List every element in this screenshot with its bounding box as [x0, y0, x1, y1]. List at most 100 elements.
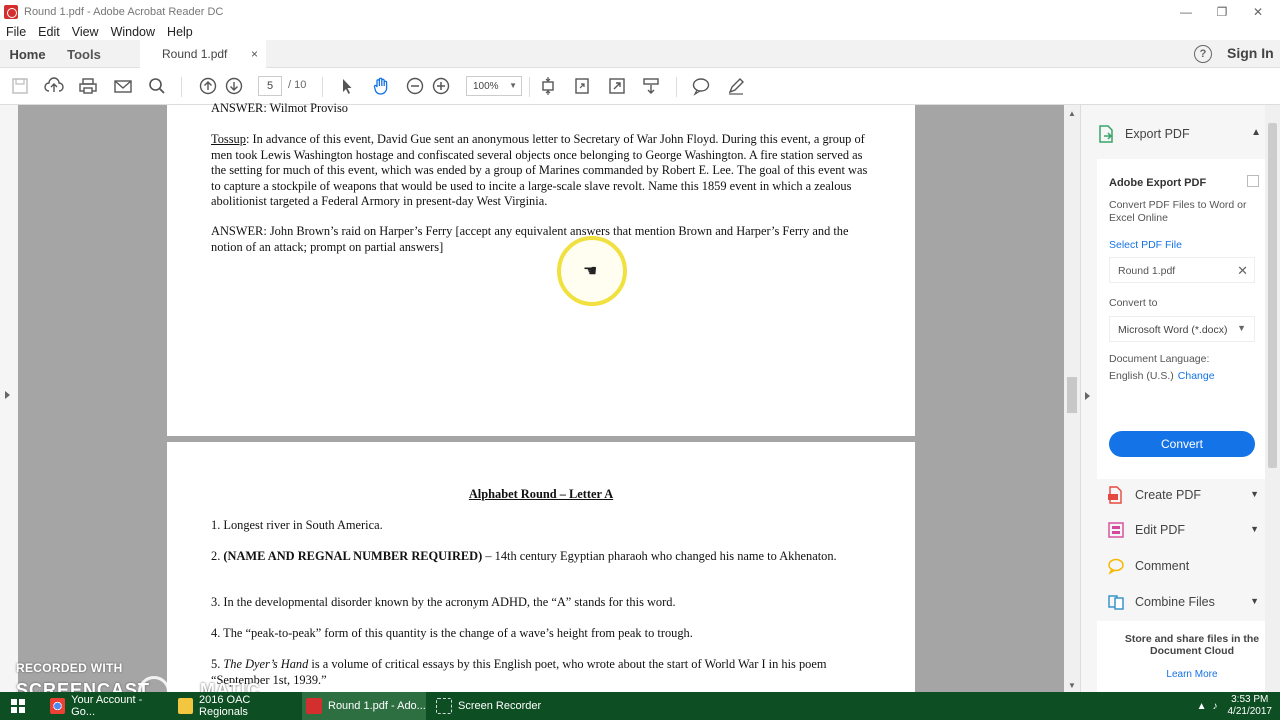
document-scrollbar[interactable]: ▲ ▼ [1064, 105, 1080, 692]
print-icon[interactable] [77, 76, 99, 96]
close-tab-icon[interactable]: × [251, 47, 258, 61]
taskbar-chrome[interactable]: Your Account - Go... [46, 692, 164, 720]
volume-icon[interactable]: ♪ [1213, 701, 1218, 712]
question-4: 4. The “peak-to-peak” form of this quant… [211, 626, 693, 640]
scroll-mode-icon[interactable] [640, 76, 662, 96]
answer-text: ANSWER: John Brown’s raid on Harper’s Fe… [211, 224, 849, 254]
tool-comment[interactable]: Comment [1097, 549, 1267, 583]
zoom-in-icon[interactable] [430, 76, 452, 96]
window-title: Round 1.pdf - Adobe Acrobat Reader DC [24, 6, 224, 18]
restore-button[interactable]: ❐ [1204, 0, 1240, 24]
question-5: 5. The Dyer’s Hand is a volume of critic… [211, 657, 875, 688]
save-icon[interactable] [9, 76, 31, 96]
page-down-icon[interactable] [223, 76, 245, 96]
left-panel-toggle[interactable] [0, 105, 18, 692]
comment-icon[interactable] [690, 76, 712, 96]
chevron-down-icon: ▼ [1250, 596, 1259, 606]
tool-label: Combine Files [1135, 595, 1215, 609]
collapse-panel-icon[interactable] [1085, 392, 1090, 400]
minimize-button[interactable]: — [1168, 0, 1204, 24]
fit-page-icon[interactable] [537, 76, 559, 96]
copy-icon[interactable] [1247, 175, 1259, 187]
zoom-out-icon[interactable] [404, 76, 426, 96]
pdf-page: Alphabet Round – Letter A 1. Longest riv… [167, 442, 915, 692]
hand-tool-icon[interactable] [370, 76, 392, 96]
question-2-number: 2. [211, 549, 224, 563]
card-description: Convert PDF Files to Word or Excel Onlin… [1109, 199, 1247, 224]
upload-icon[interactable] [43, 76, 65, 96]
format-value: Microsoft Word (*.docx) [1118, 324, 1228, 336]
question-5-title: The Dyer’s Hand [223, 657, 309, 671]
tool-edit-pdf[interactable]: Edit PDF ▼ [1097, 513, 1267, 547]
search-icon[interactable] [146, 76, 168, 96]
tab-home[interactable]: Home [0, 40, 55, 68]
network-icon[interactable]: ▲ [1197, 701, 1207, 712]
card-title: Adobe Export PDF [1109, 177, 1207, 189]
acrobat-app-icon [4, 5, 18, 19]
tossup-paragraph: Tossup: In advance of this event, David … [211, 132, 875, 210]
hand-cursor-icon: ☚ [583, 263, 598, 280]
page-number-input[interactable]: 5 [258, 76, 282, 96]
menu-file[interactable]: File [0, 25, 32, 39]
help-icon[interactable]: ? [1194, 45, 1212, 63]
scroll-up-icon[interactable]: ▲ [1068, 109, 1076, 118]
panel-scrollbar-thumb[interactable] [1268, 123, 1277, 468]
export-pdf-header[interactable]: Export PDF ▲ [1097, 119, 1267, 149]
chevron-down-icon: ▼ [1250, 524, 1259, 534]
answer-previous-text: ANSWER: Wilmot Proviso [211, 101, 348, 115]
taskbar-item-label: Your Account - Go... [71, 694, 143, 718]
select-cursor-icon[interactable] [336, 76, 358, 96]
selected-file-field[interactable]: Round 1.pdf ✕ [1109, 257, 1255, 283]
toolbar: 5 / 10 100% ▼ [0, 68, 1280, 105]
taskbar-explorer[interactable]: 2016 OAC Regionals [174, 692, 296, 720]
menu-view[interactable]: View [66, 25, 105, 39]
zoom-select[interactable]: 100% ▼ [466, 76, 522, 96]
page-total: / 10 [288, 79, 307, 91]
tab-document[interactable]: Round 1.pdf × [140, 40, 266, 68]
taskbar-acrobat[interactable]: Round 1.pdf - Ado... [302, 692, 426, 720]
chevron-down-icon: ▼ [1237, 323, 1246, 333]
email-icon[interactable] [112, 76, 134, 96]
acrobat-icon [306, 698, 322, 714]
scrollbar-thumb[interactable] [1067, 377, 1077, 413]
taskbar-screen-recorder[interactable]: Screen Recorder [432, 692, 542, 720]
expand-arrow-icon [5, 391, 10, 399]
tab-tools[interactable]: Tools [58, 40, 110, 68]
windows-taskbar: Your Account - Go... 2016 OAC Regionals … [0, 692, 1280, 720]
clock[interactable]: 3:53 PM 4/21/2017 [1228, 694, 1273, 718]
round-heading-text: Alphabet Round – Letter A [468, 487, 614, 501]
start-button[interactable] [0, 692, 36, 720]
full-screen-icon[interactable] [606, 76, 628, 96]
scroll-down-icon[interactable]: ▼ [1068, 681, 1076, 690]
format-select[interactable]: Microsoft Word (*.docx) ▼ [1109, 316, 1255, 342]
clock-time: 3:53 PM [1231, 694, 1269, 705]
tool-combine-files[interactable]: Combine Files ▼ [1097, 585, 1267, 619]
learn-more-link[interactable]: Learn More [1097, 669, 1280, 680]
tool-create-pdf[interactable]: Create PDF ▼ [1097, 478, 1267, 512]
language-value: English (U.S.) [1109, 370, 1174, 382]
menu-help[interactable]: Help [161, 25, 199, 39]
pen-icon[interactable] [725, 76, 747, 96]
combine-files-icon [1108, 595, 1124, 610]
document-cloud-promo: Store and share files in the Document Cl… [1097, 621, 1267, 692]
sign-in-link[interactable]: Sign In [1227, 45, 1274, 61]
chrome-icon [50, 698, 66, 714]
remove-file-icon[interactable]: ✕ [1237, 263, 1248, 279]
toolbar-divider [676, 77, 677, 97]
close-window-button[interactable]: ✕ [1240, 0, 1276, 24]
menu-edit[interactable]: Edit [32, 25, 66, 39]
rotate-icon[interactable] [571, 76, 593, 96]
cloud-promo-text: Store and share files in the Document Cl… [1124, 633, 1260, 657]
toolbar-divider [322, 77, 323, 97]
panel-scrollbar[interactable] [1265, 105, 1280, 692]
comment-tool-icon [1108, 558, 1124, 575]
select-file-link[interactable]: Select PDF File [1109, 239, 1182, 251]
convert-button[interactable]: Convert [1109, 431, 1255, 457]
change-language-link[interactable]: Change [1178, 370, 1215, 382]
chevron-up-icon[interactable]: ▲ [1251, 127, 1261, 138]
menu-window[interactable]: Window [105, 25, 161, 39]
edit-pdf-icon [1108, 522, 1124, 538]
screen-recorder-icon [436, 698, 452, 714]
export-pdf-card: Adobe Export PDF Convert PDF Files to Wo… [1097, 159, 1267, 479]
page-up-icon[interactable] [197, 76, 219, 96]
